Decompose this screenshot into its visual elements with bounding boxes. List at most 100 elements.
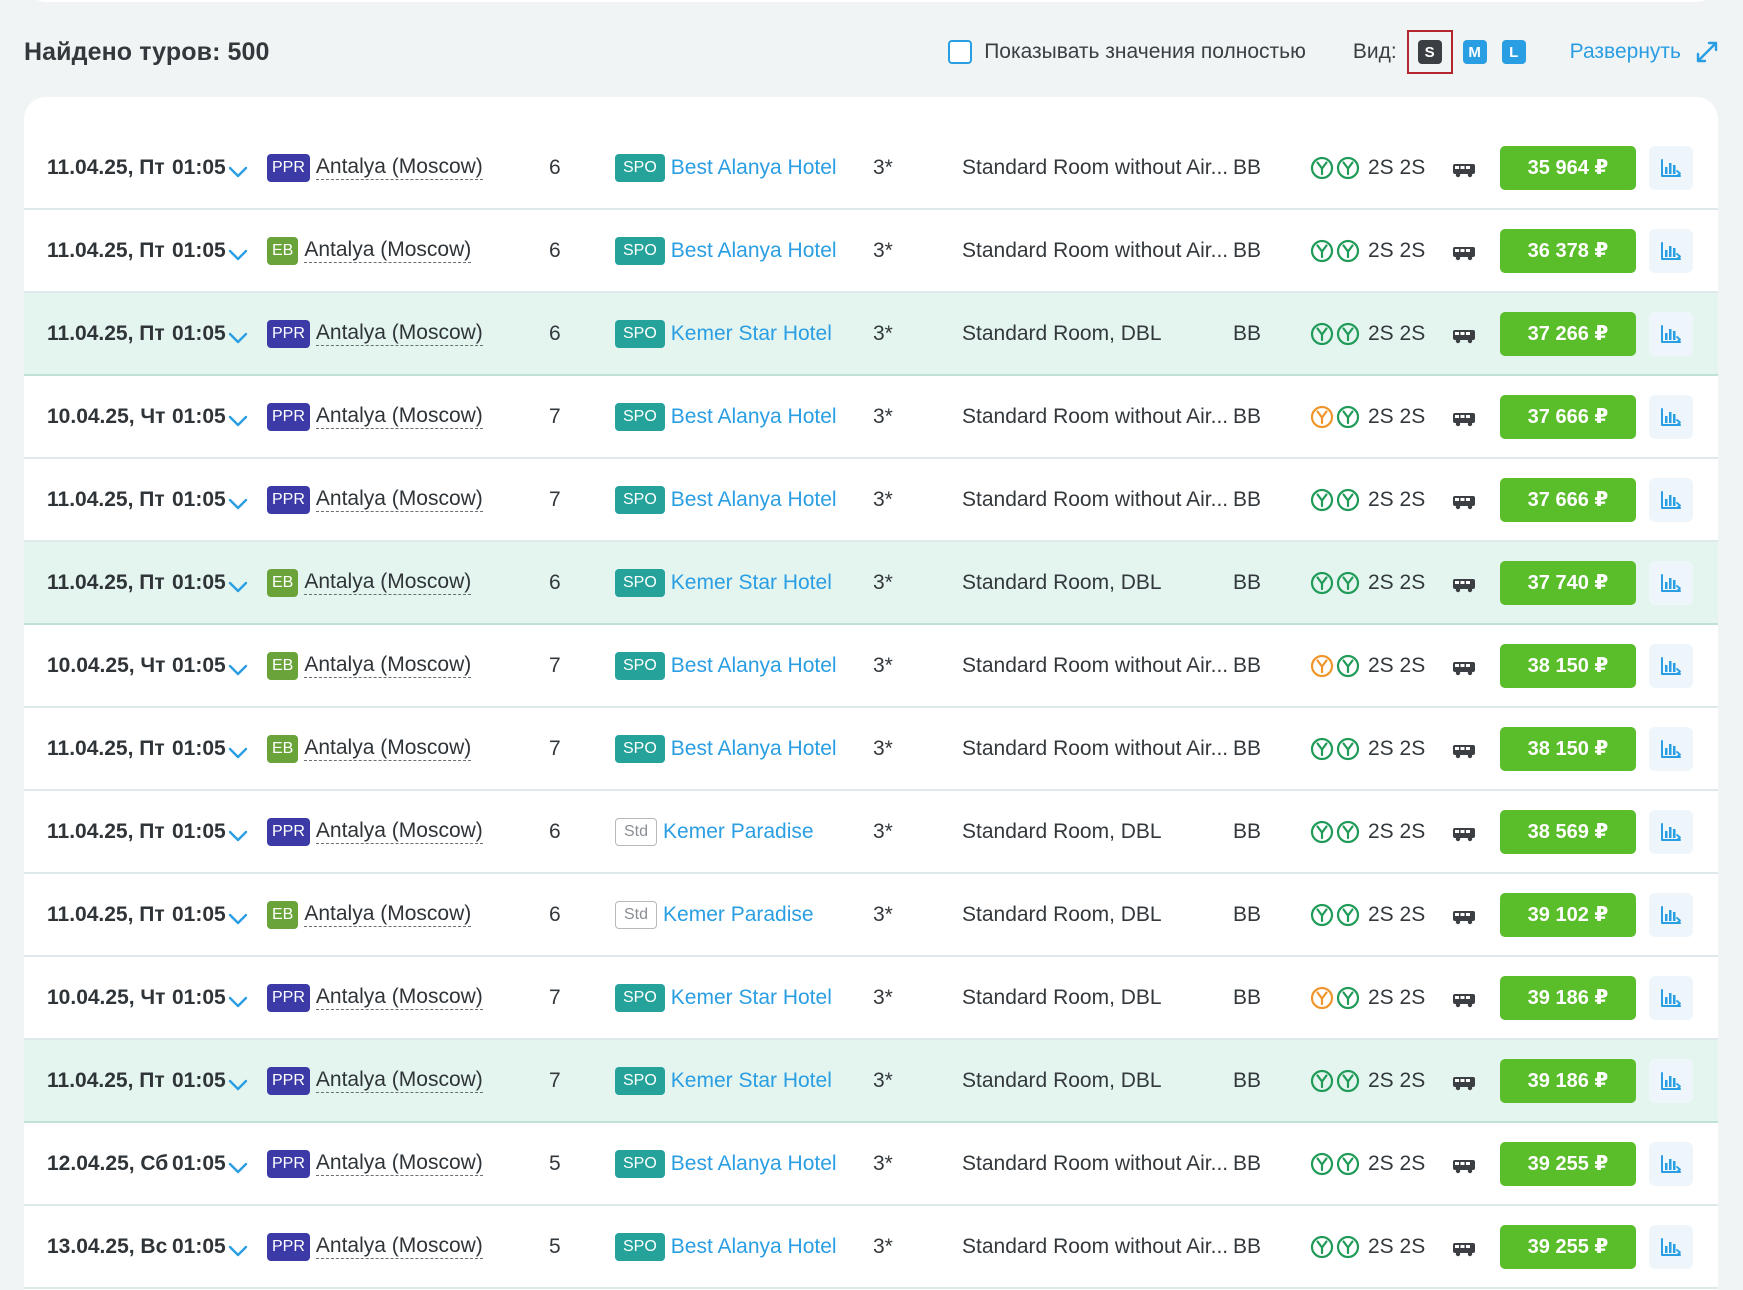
outbound-flight-icon[interactable] <box>1310 903 1334 927</box>
price-button[interactable]: 38 569 ₽ <box>1500 809 1636 854</box>
price-chart-icon[interactable] <box>1649 1058 1693 1103</box>
return-flight-icon[interactable] <box>1336 322 1360 346</box>
price-button[interactable]: 37 266 ₽ <box>1500 311 1636 356</box>
checkbox-box[interactable] <box>948 40 973 64</box>
price-button[interactable]: 36 378 ₽ <box>1500 228 1636 273</box>
return-flight-icon[interactable] <box>1336 654 1360 678</box>
hotel-link[interactable]: Kemer Star Hotel <box>671 322 832 346</box>
price-button[interactable]: 35 964 ₽ <box>1500 145 1636 190</box>
return-flight-icon[interactable] <box>1336 1152 1360 1176</box>
price-button[interactable]: 39 255 ₽ <box>1500 1141 1636 1186</box>
return-flight-icon[interactable] <box>1336 820 1360 844</box>
hotel-link[interactable]: Best Alanya Hotel <box>671 239 837 263</box>
outbound-flight-icon[interactable] <box>1310 488 1334 512</box>
chevron-down-icon[interactable] <box>228 1074 248 1090</box>
price-button[interactable]: 37 666 ₽ <box>1500 394 1636 439</box>
return-flight-icon[interactable] <box>1336 488 1360 512</box>
departure-city-link[interactable]: Antalya (Moscow) <box>315 819 483 844</box>
tour-row[interactable]: 11.04.25, Пт 01:05 PPR Antalya (Moscow) 7 SPO… <box>24 459 1718 542</box>
size-m-button[interactable]: M <box>1462 40 1487 64</box>
tour-row[interactable]: 13.04.25, Вс 01:05 PPR Antalya (Moscow) 5 SPO… <box>24 1206 1718 1289</box>
price-button[interactable]: 37 740 ₽ <box>1500 560 1636 605</box>
outbound-flight-icon[interactable] <box>1310 405 1334 429</box>
hotel-link[interactable]: Best Alanya Hotel <box>671 405 837 429</box>
outbound-flight-icon[interactable] <box>1310 156 1334 180</box>
size-s-button[interactable]: S <box>1417 40 1442 64</box>
chevron-down-icon[interactable] <box>228 991 248 1007</box>
departure-city-link[interactable]: Antalya (Moscow) <box>315 1068 483 1093</box>
price-button[interactable]: 39 186 ₽ <box>1500 975 1636 1020</box>
return-flight-icon[interactable] <box>1336 239 1360 263</box>
size-l-button[interactable]: L <box>1501 40 1526 64</box>
return-flight-icon[interactable] <box>1336 1235 1360 1259</box>
hotel-link[interactable]: Best Alanya Hotel <box>671 654 837 678</box>
chevron-down-icon[interactable] <box>228 493 248 509</box>
tour-row[interactable]: 11.04.25, Пт 01:05 PPR Antalya (Moscow) 6 SPO… <box>24 293 1718 376</box>
outbound-flight-icon[interactable] <box>1310 1235 1334 1259</box>
return-flight-icon[interactable] <box>1336 405 1360 429</box>
price-button[interactable]: 37 666 ₽ <box>1500 477 1636 522</box>
tour-row[interactable]: 11.04.25, Пт 01:05 EB Antalya (Moscow) 7 SPO B… <box>24 708 1718 791</box>
price-chart-icon[interactable] <box>1649 145 1693 190</box>
return-flight-icon[interactable] <box>1336 986 1360 1010</box>
hotel-link[interactable]: Best Alanya Hotel <box>671 1152 837 1176</box>
price-button[interactable]: 38 150 ₽ <box>1500 726 1636 771</box>
price-button[interactable]: 39 186 ₽ <box>1500 1058 1636 1103</box>
hotel-link[interactable]: Best Alanya Hotel <box>671 1235 837 1259</box>
price-button[interactable]: 39 255 ₽ <box>1500 1224 1636 1269</box>
price-chart-icon[interactable] <box>1649 809 1693 854</box>
tour-row[interactable]: 11.04.25, Пт 01:05 PPR Antalya (Moscow) 6 SPO… <box>24 127 1718 210</box>
show-full-values-checkbox[interactable]: Показывать значения полностью <box>948 40 1306 64</box>
outbound-flight-icon[interactable] <box>1310 820 1334 844</box>
chevron-down-icon[interactable] <box>228 327 248 343</box>
outbound-flight-icon[interactable] <box>1310 737 1334 761</box>
departure-city-link[interactable]: Antalya (Moscow) <box>304 736 472 761</box>
hotel-link[interactable]: Kemer Star Hotel <box>671 571 832 595</box>
return-flight-icon[interactable] <box>1336 737 1360 761</box>
tour-row[interactable]: 10.04.25, Чт 01:05 EB Antalya (Moscow) 7 SPO B… <box>24 625 1718 708</box>
chevron-down-icon[interactable] <box>228 161 248 177</box>
outbound-flight-icon[interactable] <box>1310 1152 1334 1176</box>
outbound-flight-icon[interactable] <box>1310 1069 1334 1093</box>
hotel-link[interactable]: Kemer Star Hotel <box>671 1069 832 1093</box>
chevron-down-icon[interactable] <box>228 742 248 758</box>
outbound-flight-icon[interactable] <box>1310 239 1334 263</box>
departure-city-link[interactable]: Antalya (Moscow) <box>315 985 483 1010</box>
price-chart-icon[interactable] <box>1649 560 1693 605</box>
tour-row[interactable]: 11.04.25, Пт 01:05 PPR Antalya (Moscow) 7 SPO… <box>24 1040 1718 1123</box>
price-button[interactable]: 38 150 ₽ <box>1500 643 1636 688</box>
price-chart-icon[interactable] <box>1649 726 1693 771</box>
chevron-down-icon[interactable] <box>228 825 248 841</box>
chevron-down-icon[interactable] <box>228 659 248 675</box>
departure-city-link[interactable]: Antalya (Moscow) <box>304 570 472 595</box>
hotel-link[interactable]: Kemer Star Hotel <box>671 986 832 1010</box>
hotel-link[interactable]: Best Alanya Hotel <box>671 488 837 512</box>
price-chart-icon[interactable] <box>1649 1141 1693 1186</box>
hotel-link[interactable]: Best Alanya Hotel <box>671 156 837 180</box>
outbound-flight-icon[interactable] <box>1310 986 1334 1010</box>
hotel-link[interactable]: Kemer Paradise <box>663 820 814 844</box>
departure-city-link[interactable]: Antalya (Moscow) <box>315 1151 483 1176</box>
hotel-link[interactable]: Best Alanya Hotel <box>671 737 837 761</box>
departure-city-link[interactable]: Antalya (Moscow) <box>304 238 472 263</box>
tour-row[interactable]: 11.04.25, Пт 01:05 EB Antalya (Moscow) 6 SPO K… <box>24 542 1718 625</box>
hotel-link[interactable]: Kemer Paradise <box>663 903 814 927</box>
chevron-down-icon[interactable] <box>228 410 248 426</box>
departure-city-link[interactable]: Antalya (Moscow) <box>315 404 483 429</box>
departure-city-link[interactable]: Antalya (Moscow) <box>304 653 472 678</box>
tour-row[interactable]: 11.04.25, Пт 01:05 PPR Antalya (Moscow) 6 Std… <box>24 791 1718 874</box>
return-flight-icon[interactable] <box>1336 571 1360 595</box>
outbound-flight-icon[interactable] <box>1310 654 1334 678</box>
return-flight-icon[interactable] <box>1336 156 1360 180</box>
tour-row[interactable]: 11.04.25, Пт 01:05 EB Antalya (Moscow) 6 Std K… <box>24 874 1718 957</box>
return-flight-icon[interactable] <box>1336 903 1360 927</box>
chevron-down-icon[interactable] <box>228 1240 248 1256</box>
chevron-down-icon[interactable] <box>228 244 248 260</box>
chevron-down-icon[interactable] <box>228 908 248 924</box>
chevron-down-icon[interactable] <box>228 1157 248 1173</box>
price-chart-icon[interactable] <box>1649 228 1693 273</box>
price-button[interactable]: 39 102 ₽ <box>1500 892 1636 937</box>
departure-city-link[interactable]: Antalya (Moscow) <box>304 902 472 927</box>
departure-city-link[interactable]: Antalya (Moscow) <box>315 1234 483 1259</box>
price-chart-icon[interactable] <box>1649 1224 1693 1269</box>
